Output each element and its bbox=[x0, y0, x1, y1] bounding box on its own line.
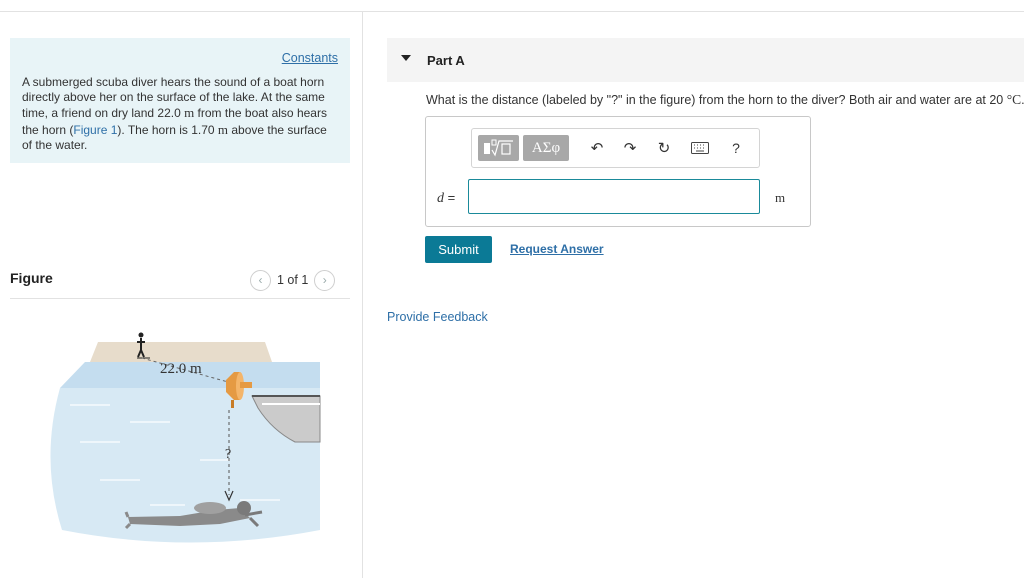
figure-link[interactable]: Figure 1 bbox=[73, 123, 117, 137]
answer-box: ΑΣφ ↶ ↷ ↻ ? d = m bbox=[425, 116, 811, 227]
shore bbox=[90, 342, 272, 362]
figure-illustration: 22.0 m ? bbox=[50, 332, 321, 543]
part-a-header[interactable]: Part A bbox=[387, 38, 1024, 82]
keyboard-icon[interactable] bbox=[690, 138, 710, 158]
provide-feedback-link[interactable]: Provide Feedback bbox=[387, 310, 488, 324]
answer-input[interactable] bbox=[468, 179, 760, 214]
part-title: Part A bbox=[427, 53, 465, 68]
variable-label: d = bbox=[437, 190, 456, 206]
unit-label: m bbox=[775, 190, 786, 205]
chevron-right-icon[interactable]: › bbox=[314, 269, 336, 291]
question-text: What is the distance (labeled by "?" in … bbox=[426, 92, 1024, 107]
figure-title: Figure bbox=[10, 270, 53, 286]
submit-button[interactable]: Submit bbox=[425, 236, 492, 263]
templates-icon[interactable] bbox=[478, 135, 519, 161]
column-divider bbox=[362, 11, 363, 578]
reset-icon[interactable]: ↻ bbox=[654, 138, 674, 158]
math-toolbar: ΑΣφ ↶ ↷ ↻ ? bbox=[471, 128, 760, 168]
figure-pager: ‹ 1 of 1 › bbox=[250, 269, 336, 291]
figure-divider bbox=[10, 298, 350, 299]
redo-icon[interactable]: ↷ bbox=[620, 138, 640, 158]
top-divider bbox=[0, 11, 1024, 12]
undo-icon[interactable]: ↶ bbox=[587, 138, 607, 158]
collapse-arrow-icon[interactable] bbox=[401, 55, 411, 61]
greek-symbols-button[interactable]: ΑΣφ bbox=[523, 135, 569, 161]
request-answer-link[interactable]: Request Answer bbox=[510, 242, 604, 256]
pager-text: 1 of 1 bbox=[277, 273, 309, 287]
problem-panel: Constants A submerged scuba diver hears … bbox=[10, 38, 350, 163]
problem-text: A submerged scuba diver hears the sound … bbox=[22, 75, 327, 152]
unknown-label: ? bbox=[225, 447, 231, 462]
chevron-left-icon[interactable]: ‹ bbox=[250, 269, 271, 291]
distance-label: 22.0 m bbox=[160, 361, 202, 377]
help-button[interactable]: ? bbox=[726, 138, 746, 158]
constants-link[interactable]: Constants bbox=[282, 51, 338, 65]
